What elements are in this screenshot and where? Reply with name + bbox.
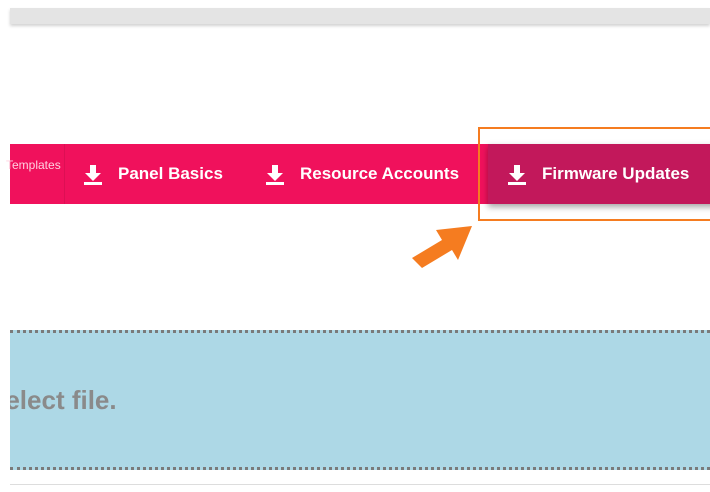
- tab-resource-accounts-label: Resource Accounts: [300, 164, 460, 183]
- tab-panel-basics-label: Panel Basics: [118, 164, 223, 183]
- download-icon: [84, 165, 102, 185]
- top-bar: [10, 8, 710, 24]
- highlight-box: [478, 127, 710, 221]
- tab-templates-label: Templates: [6, 158, 61, 172]
- download-icon: [266, 165, 284, 185]
- file-drop-zone[interactable]: Select file.: [10, 330, 710, 470]
- divider: [10, 484, 710, 485]
- tab-resource-accounts[interactable]: Resource Accounts: [264, 144, 459, 204]
- tab-templates[interactable]: Templates: [6, 144, 65, 204]
- drop-zone-text: Select file.: [10, 385, 117, 415]
- tab-panel-basics[interactable]: Panel Basics: [82, 144, 223, 204]
- arrow-up-right-icon: [412, 226, 472, 268]
